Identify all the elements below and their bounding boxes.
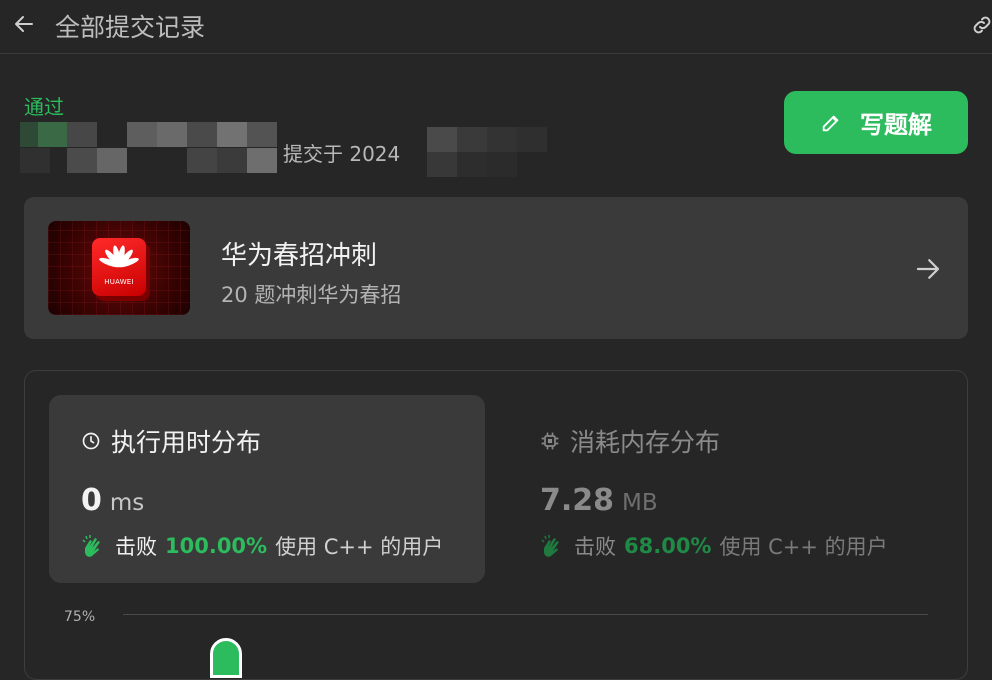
clap-hands-icon <box>82 535 100 557</box>
write-solution-button[interactable]: 写题解 <box>784 91 968 154</box>
memory-value: 7.28 MB <box>540 483 658 518</box>
chip-icon <box>541 432 559 450</box>
runtime-title: 执行用时分布 <box>111 428 262 457</box>
runtime-stat-tab[interactable]: 执行用时分布 0 ms 击败 100.00% 使用 C++ 的用户 <box>49 395 485 583</box>
memory-beat: 击败 68.00% 使用 C++ 的用户 <box>540 531 888 561</box>
write-solution-label: 写题解 <box>860 111 932 139</box>
runtime-beat-percent: 100.00% <box>165 534 268 558</box>
runtime-beat-suffix: 使用 C++ 的用户 <box>275 535 444 559</box>
chart-grid-line <box>123 614 928 615</box>
chart-y-tick: 75% <box>64 609 96 625</box>
runtime-beat-label: 击败 <box>115 535 157 559</box>
memory-unit: MB <box>622 490 658 516</box>
arrow-left-icon[interactable] <box>12 12 36 36</box>
link-icon[interactable] <box>970 13 992 37</box>
clap-hands-icon <box>541 535 559 557</box>
runtime-unit: ms <box>109 490 145 516</box>
edit-icon <box>822 115 839 131</box>
memory-beat-percent: 68.00% <box>624 534 712 558</box>
huawei-flower-icon <box>99 245 139 268</box>
memory-number: 7.28 <box>540 483 615 518</box>
status-badge: 通过 <box>24 95 64 119</box>
clock-icon <box>82 432 100 450</box>
study-plan-card[interactable]: HUAWEI 华为春招冲刺 20 题冲刺华为春招 <box>24 197 968 339</box>
memory-beat-label: 击败 <box>574 535 616 559</box>
runtime-header: 执行用时分布 <box>81 423 261 459</box>
memory-beat-suffix: 使用 C++ 的用户 <box>719 535 888 559</box>
study-plan-subtitle: 20 题冲刺华为春招 <box>221 283 402 307</box>
memory-title: 消耗内存分布 <box>570 428 721 457</box>
memory-stat-tab[interactable]: 消耗内存分布 7.28 MB 击败 68.00% 使用 C++ 的用户 <box>540 395 960 583</box>
chart-current-bar[interactable] <box>210 638 242 678</box>
submitted-date: 提交于 2024 <box>283 142 401 166</box>
top-bar: 全部提交记录 <box>0 0 992 54</box>
arrow-right-icon <box>916 259 940 279</box>
memory-header: 消耗内存分布 <box>540 423 720 459</box>
study-plan-title: 华为春招冲刺 <box>221 241 378 271</box>
study-plan-thumbnail: HUAWEI <box>48 221 190 315</box>
huawei-logo: HUAWEI <box>92 238 146 296</box>
runtime-number: 0 <box>81 483 102 518</box>
huawei-logo-text: HUAWEI <box>104 278 134 286</box>
runtime-value: 0 ms <box>81 483 144 518</box>
page-title: 全部提交记录 <box>55 13 206 42</box>
runtime-beat: 击败 100.00% 使用 C++ 的用户 <box>81 531 443 561</box>
